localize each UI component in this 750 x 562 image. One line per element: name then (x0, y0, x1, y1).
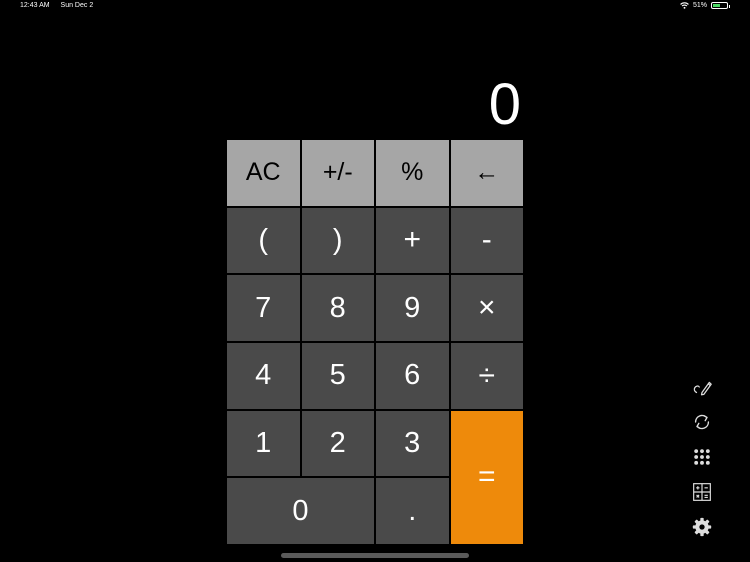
keypad-icon[interactable] (689, 444, 715, 470)
percent-button[interactable]: % (376, 140, 449, 206)
status-left: 12:43 AM Sun Dec 2 (20, 2, 102, 9)
digit-1-button[interactable]: 1 (227, 410, 300, 477)
status-date: Sun Dec 2 (60, 2, 94, 9)
digit-7-button[interactable]: 7 (227, 275, 300, 341)
scientific-icon[interactable] (689, 479, 715, 505)
convert-icon[interactable] (689, 409, 715, 435)
minus-button[interactable]: - (450, 207, 523, 274)
open-paren-button[interactable]: ( (227, 207, 300, 274)
close-paren-button[interactable]: ) (301, 207, 374, 274)
multiply-button[interactable]: × (450, 275, 523, 341)
status-right: 51% (680, 2, 730, 9)
battery-icon (711, 2, 730, 9)
battery-level (713, 4, 720, 7)
equals-button[interactable]: = (450, 410, 523, 544)
handwriting-icon[interactable] (689, 374, 715, 400)
digit-2-button[interactable]: 2 (301, 410, 374, 477)
calculator-display: 0 (488, 72, 521, 137)
status-time: 12:43 AM (20, 2, 50, 9)
status-bar: 12:43 AM Sun Dec 2 51% (0, 0, 750, 14)
digit-6-button[interactable]: 6 (376, 342, 449, 409)
digit-3-button[interactable]: 3 (376, 410, 449, 477)
plus-button[interactable]: + (376, 207, 449, 274)
home-indicator[interactable] (281, 553, 469, 558)
wifi-icon (680, 2, 689, 9)
digit-8-button[interactable]: 8 (301, 275, 374, 341)
backspace-button[interactable]: ← (450, 140, 523, 206)
digit-5-button[interactable]: 5 (301, 342, 374, 409)
settings-icon[interactable] (689, 514, 715, 540)
divide-button[interactable]: ÷ (450, 342, 523, 409)
digit-9-button[interactable]: 9 (376, 275, 449, 341)
battery-percent: 51% (692, 2, 707, 9)
plus-minus-button[interactable]: +/- (301, 140, 374, 206)
all-clear-button[interactable]: AC (227, 140, 300, 206)
keypad: AC +/- % ← ( ) + - 7 8 9 × 4 5 6 ÷ 1 2 3… (227, 140, 523, 544)
digit-4-button[interactable]: 4 (227, 342, 300, 409)
digit-0-button[interactable]: 0 (227, 478, 374, 544)
decimal-button[interactable]: . (376, 478, 449, 544)
